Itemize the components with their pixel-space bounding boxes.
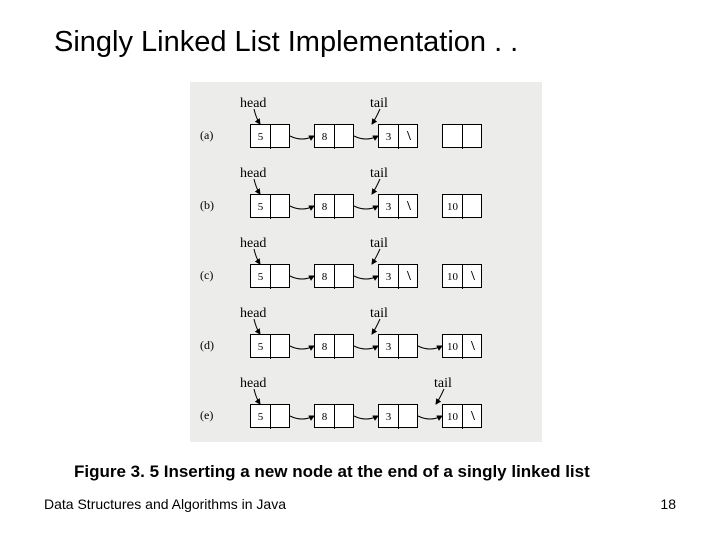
row-e-tag: (e) <box>200 408 213 423</box>
node: 5 <box>250 334 290 358</box>
node-value: 5 <box>251 335 271 359</box>
node-next <box>335 405 355 429</box>
node-next <box>271 125 291 149</box>
node-next: \ <box>463 335 483 359</box>
node-next <box>335 265 355 289</box>
row-b-tag: (b) <box>200 198 214 213</box>
node: 3\ <box>378 194 418 218</box>
node-next: \ <box>399 195 419 219</box>
node-value: 8 <box>315 265 335 289</box>
node-value: 10 <box>443 195 463 219</box>
head-label: head <box>240 166 266 182</box>
node: 3\ <box>378 264 418 288</box>
tail-label: tail <box>370 236 388 252</box>
node-value: 3 <box>379 265 399 289</box>
node: 8 <box>314 404 354 428</box>
node: 5 <box>250 194 290 218</box>
node: 3 <box>378 334 418 358</box>
node-next <box>271 195 291 219</box>
head-label: head <box>240 376 266 392</box>
node: 5 <box>250 404 290 428</box>
node: 10 <box>442 194 482 218</box>
row-d-tag: (d) <box>200 338 214 353</box>
node-value: 3 <box>379 125 399 149</box>
node-next <box>463 125 483 149</box>
node-next <box>463 195 483 219</box>
diagram-panel: (a) head tail 5 8 3\ (b) head tail 5 8 3… <box>190 82 542 442</box>
node-value: 8 <box>315 125 335 149</box>
node-next <box>399 335 419 359</box>
node-next <box>399 405 419 429</box>
node-value: 5 <box>251 195 271 219</box>
node: 8 <box>314 124 354 148</box>
node-value: 8 <box>315 405 335 429</box>
node-value: 3 <box>379 195 399 219</box>
page-number: 18 <box>660 496 676 512</box>
node-value: 5 <box>251 405 271 429</box>
figure-caption: Figure 3. 5 Inserting a new node at the … <box>74 462 590 482</box>
node: 5 <box>250 124 290 148</box>
tail-label: tail <box>370 96 388 112</box>
tail-label: tail <box>434 376 452 392</box>
node-next <box>271 405 291 429</box>
row-a-tag: (a) <box>200 128 213 143</box>
node: 10\ <box>442 264 482 288</box>
node-next <box>335 335 355 359</box>
node: 8 <box>314 264 354 288</box>
node-next <box>335 195 355 219</box>
node-value: 8 <box>315 195 335 219</box>
node-next <box>335 125 355 149</box>
node-next <box>271 265 291 289</box>
page-title: Singly Linked List Implementation . . <box>54 26 518 59</box>
node: 3\ <box>378 124 418 148</box>
node-next: \ <box>463 405 483 429</box>
node-value: 3 <box>379 405 399 429</box>
node-value: 5 <box>251 265 271 289</box>
node-value: 5 <box>251 125 271 149</box>
tail-label: tail <box>370 306 388 322</box>
node: 10\ <box>442 334 482 358</box>
head-label: head <box>240 236 266 252</box>
node-value: 10 <box>443 335 463 359</box>
row-c-tag: (c) <box>200 268 213 283</box>
node: 5 <box>250 264 290 288</box>
node-next: \ <box>399 265 419 289</box>
node-next: \ <box>399 125 419 149</box>
node: 3 <box>378 404 418 428</box>
tail-label: tail <box>370 166 388 182</box>
node-value <box>443 125 463 149</box>
node-next: \ <box>463 265 483 289</box>
node-next <box>271 335 291 359</box>
node-value: 3 <box>379 335 399 359</box>
node-value: 8 <box>315 335 335 359</box>
footer-source: Data Structures and Algorithms in Java <box>44 496 286 512</box>
node: 8 <box>314 194 354 218</box>
head-label: head <box>240 306 266 322</box>
node-value: 10 <box>443 405 463 429</box>
node: 8 <box>314 334 354 358</box>
node <box>442 124 482 148</box>
node-value: 10 <box>443 265 463 289</box>
node: 10\ <box>442 404 482 428</box>
head-label: head <box>240 96 266 112</box>
